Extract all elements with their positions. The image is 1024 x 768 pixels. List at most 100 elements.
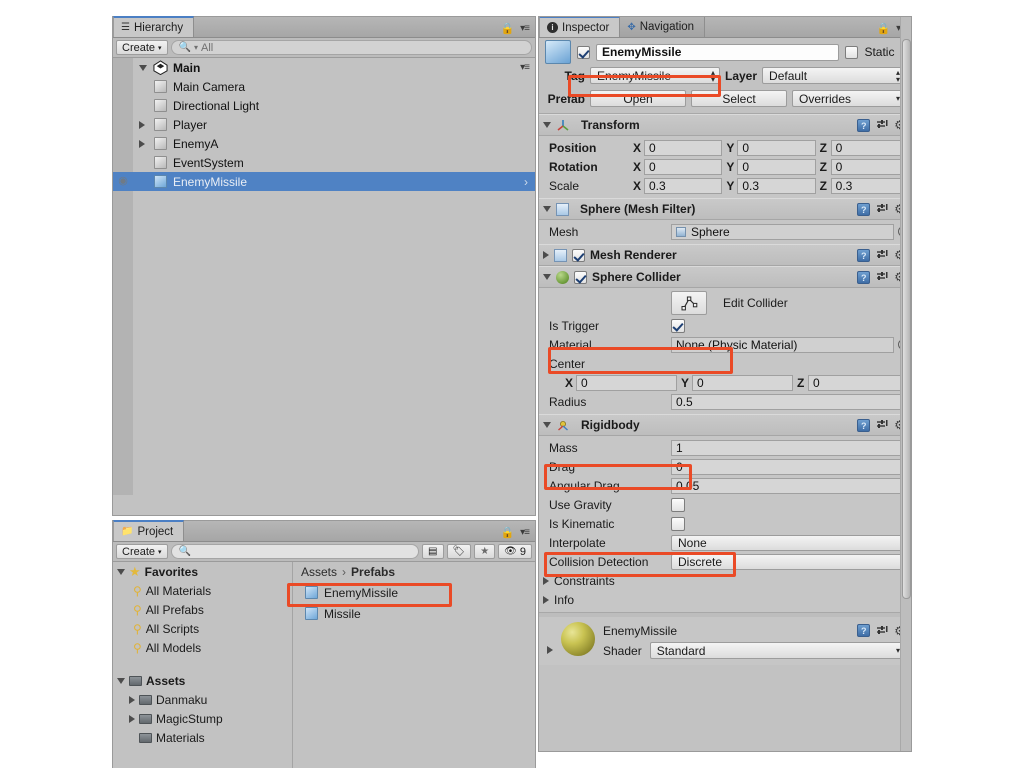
tab-project[interactable]: 📁 Project <box>113 520 185 541</box>
hierarchy-menu-icon[interactable]: ▾≡ <box>520 23 530 34</box>
angular-drag-input[interactable]: 0.05 <box>671 477 909 494</box>
asset-item-missile[interactable]: Missile <box>293 603 535 624</box>
chevron-right-icon[interactable] <box>139 139 145 148</box>
breadcrumb-prefabs[interactable]: Prefabs <box>351 565 395 579</box>
folder-item-materials[interactable]: Materials <box>113 728 292 747</box>
is-trigger-checkbox[interactable] <box>671 318 685 333</box>
hierarchy-item-directional-light[interactable]: Directional Light <box>113 96 535 115</box>
help-icon[interactable]: ? <box>857 118 871 132</box>
folder-item-danmaku[interactable]: Danmaku <box>113 690 292 709</box>
preset-icon[interactable] <box>876 119 888 131</box>
prefab-select-button[interactable]: Select <box>691 90 787 107</box>
chevron-down-icon[interactable] <box>543 274 551 280</box>
transform-scale-z-input[interactable]: 0.3 <box>830 177 909 194</box>
filter-by-label-button[interactable]: 🏷 <box>446 544 472 559</box>
tag-dropdown[interactable]: EnemyMissile ▴ ▾ <box>590 67 720 84</box>
static-checkbox[interactable] <box>845 45 859 59</box>
hierarchy-scene-root[interactable]: Main ▾≡ <box>113 58 535 77</box>
favorite-item-all-models[interactable]: ⚲ All Models <box>113 638 292 657</box>
prefab-open-button[interactable]: Open <box>590 90 686 107</box>
lock-icon[interactable]: 🔒 <box>500 22 514 35</box>
hierarchy-item-player[interactable]: Player <box>113 115 535 134</box>
chevron-down-icon[interactable] <box>543 422 551 428</box>
mesh-object-field[interactable]: Sphere <box>671 223 894 240</box>
collider-radius-input[interactable]: 0.5 <box>671 393 909 410</box>
breadcrumb-assets[interactable]: Assets <box>301 565 337 579</box>
project-menu-icon[interactable]: ▾≡ <box>520 527 530 538</box>
help-icon[interactable]: ? <box>857 270 871 284</box>
chevron-right-icon[interactable] <box>129 695 135 704</box>
lock-icon[interactable]: 🔒 <box>876 22 890 35</box>
favorites-root[interactable]: ★ Favorites <box>113 562 292 581</box>
transform-scale-y-input[interactable]: 0.3 <box>737 177 816 194</box>
hierarchy-search-input[interactable]: 🔍 ▾ All <box>170 40 532 55</box>
drag-input[interactable]: 0 <box>671 458 909 475</box>
favorite-item-all-prefabs[interactable]: ⚲ All Prefabs <box>113 600 292 619</box>
constraints-foldout[interactable]: Constraints <box>539 571 911 590</box>
gameobject-enabled-checkbox[interactable] <box>577 45 590 59</box>
chevron-down-icon[interactable] <box>543 206 551 212</box>
asset-item-enemymissile[interactable]: EnemyMissile <box>293 582 535 603</box>
collider-material-field[interactable]: None (Physic Material) <box>671 336 894 353</box>
chevron-right-icon[interactable] <box>543 576 549 585</box>
hierarchy-item-enemya[interactable]: EnemyA <box>113 134 535 153</box>
interpolate-dropdown[interactable]: None ▴▾ <box>671 534 909 551</box>
help-icon[interactable]: ? <box>857 418 871 432</box>
chevron-right-icon[interactable] <box>139 120 145 129</box>
assets-root[interactable]: Assets <box>113 671 292 690</box>
layer-dropdown[interactable]: Default ▴ ▾ <box>762 67 905 84</box>
mesh-filter-component-header[interactable]: Sphere (Mesh Filter) ? ⚙ <box>539 198 911 220</box>
help-icon[interactable]: ? <box>857 248 871 262</box>
preset-icon[interactable] <box>876 271 888 283</box>
prefab-open-chevron-icon[interactable]: › <box>524 175 528 189</box>
visibility-eye-icon[interactable]: ◉ <box>116 175 130 187</box>
chevron-right-icon[interactable] <box>547 646 553 654</box>
hierarchy-item-enemymissile[interactable]: ◉ EnemyMissile › <box>113 172 535 191</box>
folder-item-magicstump[interactable]: MagicStump <box>113 709 292 728</box>
chevron-down-icon[interactable] <box>117 568 125 575</box>
collision-detection-dropdown[interactable]: Discrete ▴▾ <box>671 553 909 570</box>
transform-position-z-input[interactable]: 0 <box>830 139 909 156</box>
transform-rotation-z-input[interactable]: 0 <box>830 158 909 175</box>
transform-scale-x-input[interactable]: 0.3 <box>644 177 723 194</box>
chevron-right-icon[interactable] <box>543 595 549 604</box>
collider-center-x-input[interactable]: 0 <box>576 374 677 391</box>
use-gravity-checkbox[interactable] <box>671 497 685 512</box>
sphere-collider-component-header[interactable]: Sphere Collider ? ⚙ <box>539 266 911 288</box>
chevron-right-icon[interactable] <box>129 714 135 723</box>
info-foldout[interactable]: Info <box>539 590 911 609</box>
rigidbody-component-header[interactable]: Rigidbody ? ⚙ <box>539 414 911 436</box>
gameobject-name-input[interactable]: EnemyMissile <box>596 43 840 61</box>
tab-navigation[interactable]: ✥ Navigation <box>620 17 706 37</box>
lock-icon[interactable]: 🔒 <box>500 526 514 539</box>
filter-by-favorite-button[interactable]: ★ <box>474 544 496 559</box>
favorite-item-all-materials[interactable]: ⚲ All Materials <box>113 581 292 600</box>
chevron-right-icon[interactable] <box>543 251 549 259</box>
tab-hierarchy[interactable]: ☰ Hierarchy <box>113 16 195 37</box>
help-icon[interactable]: ? <box>857 624 871 637</box>
scene-menu-icon[interactable]: ▾≡ <box>520 62 530 73</box>
preset-icon[interactable] <box>876 249 888 261</box>
hierarchy-item-main-camera[interactable]: Main Camera <box>113 77 535 96</box>
hierarchy-item-eventsystem[interactable]: EventSystem <box>113 153 535 172</box>
sphere-collider-enabled-checkbox[interactable] <box>574 270 587 284</box>
transform-component-header[interactable]: Transform ? ⚙ <box>539 114 911 136</box>
tab-inspector[interactable]: i Inspector <box>539 17 621 37</box>
is-kinematic-checkbox[interactable] <box>671 516 685 531</box>
collider-center-y-input[interactable]: 0 <box>692 374 793 391</box>
transform-position-y-input[interactable]: 0 <box>737 139 816 156</box>
filter-by-type-button[interactable]: ▤ <box>422 544 444 559</box>
inspector-scrollbar[interactable] <box>900 17 911 751</box>
chevron-down-icon[interactable] <box>117 677 125 684</box>
chevron-down-icon[interactable] <box>139 64 147 71</box>
prefab-overrides-dropdown[interactable]: Overrides ▾ <box>792 90 905 107</box>
project-search-input[interactable]: 🔍 <box>170 544 420 559</box>
edit-collider-button[interactable] <box>671 291 707 315</box>
transform-rotation-x-input[interactable]: 0 <box>644 158 723 175</box>
mass-input[interactable]: 1 <box>671 439 909 456</box>
hierarchy-create-button[interactable]: Create ▾ <box>116 40 168 55</box>
help-icon[interactable]: ? <box>857 202 871 216</box>
transform-rotation-y-input[interactable]: 0 <box>737 158 816 175</box>
chevron-down-icon[interactable] <box>543 122 551 128</box>
preset-icon[interactable] <box>876 625 888 637</box>
